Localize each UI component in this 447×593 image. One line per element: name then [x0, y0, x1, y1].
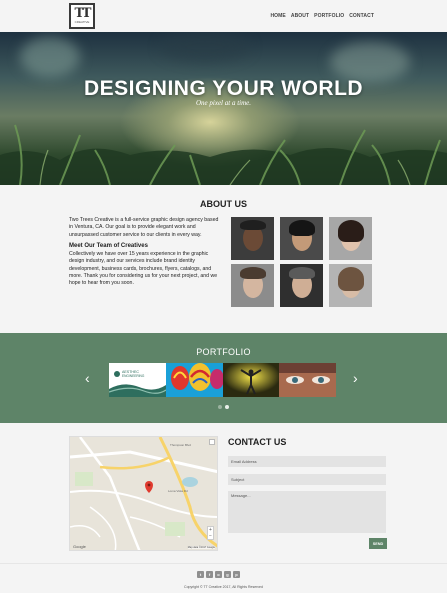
team-photo-grid	[231, 217, 374, 307]
map-zoom-control[interactable]: + −	[207, 526, 214, 540]
instagram-icon[interactable]: o	[215, 571, 222, 578]
portfolio-slide-balloons[interactable]	[165, 363, 223, 397]
location-map[interactable]: Thompson Blvd Loma Vista Rd + − Google M…	[69, 436, 218, 551]
map-attribution: Map data ©2017 Google	[187, 546, 215, 549]
team-photo	[231, 217, 274, 260]
send-button[interactable]: SEND	[369, 538, 387, 549]
nav-about[interactable]: ABOUT	[291, 13, 309, 19]
nav-contact[interactable]: CONTACT	[349, 13, 374, 19]
carousel-dots	[218, 405, 229, 409]
carousel-dot[interactable]	[218, 405, 222, 409]
map-fullscreen-icon[interactable]	[209, 439, 215, 445]
nav-portfolio[interactable]: PORTFOLIO	[314, 13, 344, 19]
copyright-text: Copyright © TT Creative 2017, All Rights…	[184, 585, 263, 589]
about-heading: ABOUT US	[200, 199, 247, 209]
team-text: Collectively we have over 15 years exper…	[69, 251, 218, 287]
team-heading: Meet Our Team of Creatives	[69, 242, 148, 249]
about-section: ABOUT US Two Trees Creative is a full-se…	[0, 185, 447, 333]
hero-bokeh	[330, 42, 410, 82]
logo[interactable]: TT CREATIVE	[69, 3, 95, 29]
google-plus-icon[interactable]: g	[224, 571, 231, 578]
hero-subtitle: One pixel at a time.	[195, 99, 251, 107]
portfolio-carousel: AESTHEC ENGINEERING	[109, 363, 336, 397]
engineering-logo-image: AESTHEC ENGINEERING	[109, 370, 166, 397]
team-photo	[231, 264, 274, 307]
portfolio-slide-logo[interactable]: AESTHEC ENGINEERING	[109, 363, 166, 397]
twitter-icon[interactable]: t	[197, 571, 204, 578]
team-photo	[280, 264, 323, 307]
contact-section: Thompson Blvd Loma Vista Rd + − Google M…	[0, 423, 447, 563]
logo-subtitle: CREATIVE	[74, 20, 90, 24]
team-photo	[329, 264, 372, 307]
contact-heading: CONTACT US	[228, 437, 287, 447]
balloons-image	[170, 363, 223, 391]
map-zoom-out-button[interactable]: −	[208, 533, 213, 539]
grass-foreground	[0, 124, 447, 185]
carousel-prev-icon[interactable]: ‹	[85, 370, 90, 386]
about-text: Two Trees Creative is a full-service gra…	[69, 217, 221, 288]
carousel-next-icon[interactable]: ›	[353, 370, 358, 386]
map-label: Loma Vista Rd	[168, 489, 188, 493]
svg-text:ENGINEERING: ENGINEERING	[122, 374, 145, 378]
hero-title: DESIGNING YOUR WORLD	[83, 77, 364, 100]
figure-image	[222, 363, 280, 397]
social-links: t f o g p	[197, 571, 240, 578]
portfolio-heading: PORTFOLIO	[196, 347, 251, 357]
carousel-dot-active[interactable]	[225, 405, 229, 409]
map-google-logo: Google	[73, 544, 86, 549]
team-photo	[329, 217, 372, 260]
portfolio-section: PORTFOLIO ‹ AESTHEC ENGINEERING ›	[0, 333, 447, 423]
nav-home[interactable]: HOME	[270, 13, 285, 19]
hero-bokeh	[20, 37, 80, 77]
map-label: Thompson Blvd	[170, 443, 191, 447]
about-intro: Two Trees Creative is a full-service gra…	[69, 217, 219, 238]
team-photo	[280, 217, 323, 260]
hero-banner: DESIGNING YOUR WORLD One pixel at a time…	[0, 32, 447, 185]
main-nav: HOME ABOUT PORTFOLIO CONTACT	[270, 13, 374, 19]
site-footer: t f o g p Copyright © TT Creative 2017, …	[0, 563, 447, 593]
map-roads	[70, 437, 217, 550]
email-field[interactable]	[228, 456, 386, 467]
message-field[interactable]	[228, 491, 386, 533]
subject-field[interactable]	[228, 474, 386, 485]
hero-bokeh	[160, 32, 250, 62]
eyes-image	[279, 363, 336, 397]
site-header: TT CREATIVE HOME ABOUT PORTFOLIO CONTACT	[0, 0, 447, 32]
portfolio-slide-eyes[interactable]	[279, 363, 336, 397]
portfolio-slide-figure[interactable]	[222, 363, 280, 397]
logo-mark: TT	[74, 6, 92, 21]
facebook-icon[interactable]: f	[206, 571, 213, 578]
pinterest-icon[interactable]: p	[233, 571, 240, 578]
